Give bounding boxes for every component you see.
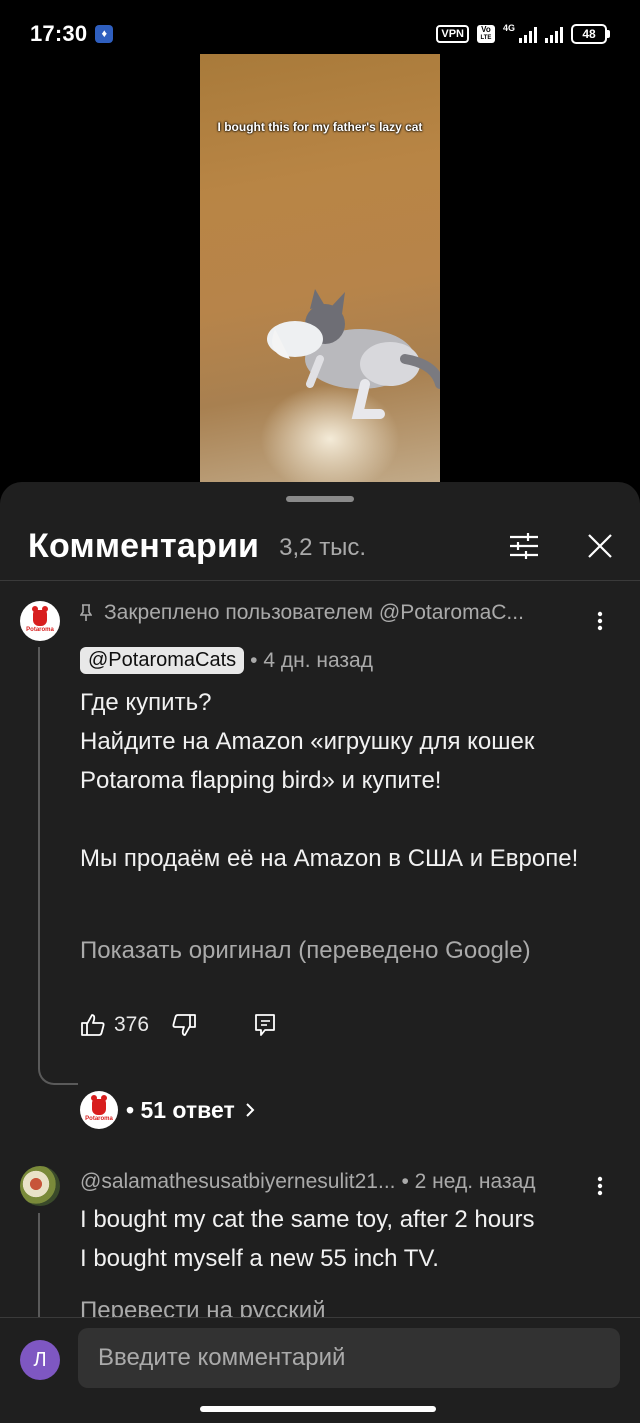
battery-icon: 48 [571,24,610,44]
signal-icon-2 [545,25,563,43]
translate-link[interactable]: Перевести на русский [80,1297,326,1317]
comments-title: Комментарии [28,526,260,565]
reply-avatar: Potaroma [80,1091,118,1129]
thread-line [38,647,40,1061]
brand-logo-icon [32,605,48,626]
gosuslugi-icon: ♦ [95,25,114,43]
comment-time: • 4 дн. назад [250,648,373,672]
signal-icon [519,25,537,43]
comment-text: I bought my cat the same toy, after 2 ho… [80,1206,535,1272]
reply-button[interactable] [253,1013,277,1037]
replies-count: • 51 ответ [126,1096,235,1123]
thread-connector [38,1061,78,1085]
author-row: @salamathesusatbiyernesulit21... • 2 нед… [80,1170,536,1194]
pinned-label-row: Закреплено пользователем @PotaromaC... [80,601,524,625]
battery-level: 48 [571,24,607,44]
status-icons: VPN Vo LTE 4G 48 [436,22,610,44]
network-type: 4G [502,22,515,33]
comments-sheet: Комментарии 3,2 тыс. Potaroma Закреплено… [0,482,640,1423]
comment-input[interactable]: Введите комментарий [78,1328,620,1388]
cat-illustration [267,289,440,419]
dislike-button[interactable] [171,1013,197,1037]
close-icon [588,534,612,558]
like-count: 376 [114,1013,150,1036]
replies-toggle[interactable]: Potaroma • 51 ответ [80,1091,257,1129]
author-name[interactable]: @salamathesusatbiyernesulit21... [80,1170,395,1194]
comments-list[interactable]: Potaroma Закреплено пользователем @Potar… [0,581,640,1317]
video-player[interactable]: I bought this for my father's lazy cat [0,54,640,484]
pinned-label: Закреплено пользователем @PotaromaC... [104,601,524,624]
filter-button[interactable] [502,524,546,568]
like-button[interactable]: 376 [80,1013,149,1037]
pin-icon [80,604,94,622]
thumbs-up-icon [81,1014,105,1036]
drag-handle[interactable] [286,496,354,502]
status-time: 17:30 [30,21,88,46]
video-frame[interactable]: I bought this for my father's lazy cat [200,54,440,484]
video-caption: I bought this for my father's lazy cat [217,120,423,134]
chevron-right-icon [246,1103,255,1117]
close-button[interactable] [578,524,622,568]
comment-text: Где купить? Найдите на Amazon «игрушку д… [80,689,579,872]
brand-logo-icon [91,1094,107,1115]
avatar[interactable] [20,1166,60,1206]
comments-count: 3,2 тыс. [279,534,367,561]
more-vert-icon [597,611,603,631]
more-vert-icon [597,1176,603,1196]
reply-icon [255,1014,275,1036]
home-indicator[interactable] [200,1406,436,1412]
comment-menu-button[interactable] [588,605,612,637]
vpn-indicator: VPN [436,25,469,43]
comment-composer: Л Введите комментарий [0,1318,640,1423]
comments-header: Комментарии 3,2 тыс. [0,512,640,580]
comment-menu-button[interactable] [588,1170,612,1202]
comment-actions: 376 [80,1013,277,1037]
author-row: @PotaromaCats • 4 дн. назад [80,647,373,674]
my-avatar[interactable]: Л [20,1340,60,1380]
sliders-icon [510,533,538,559]
thumbs-down-icon [172,1014,196,1036]
author-name[interactable]: @PotaromaCats [80,647,245,674]
show-original-link[interactable]: Показать оригинал (переведено Google) [80,937,531,965]
volte-icon: Vo LTE [476,25,495,43]
thread-line [38,1213,40,1317]
avatar[interactable]: Potaroma [20,601,60,641]
comment-time: • 2 нед. назад [401,1170,536,1193]
